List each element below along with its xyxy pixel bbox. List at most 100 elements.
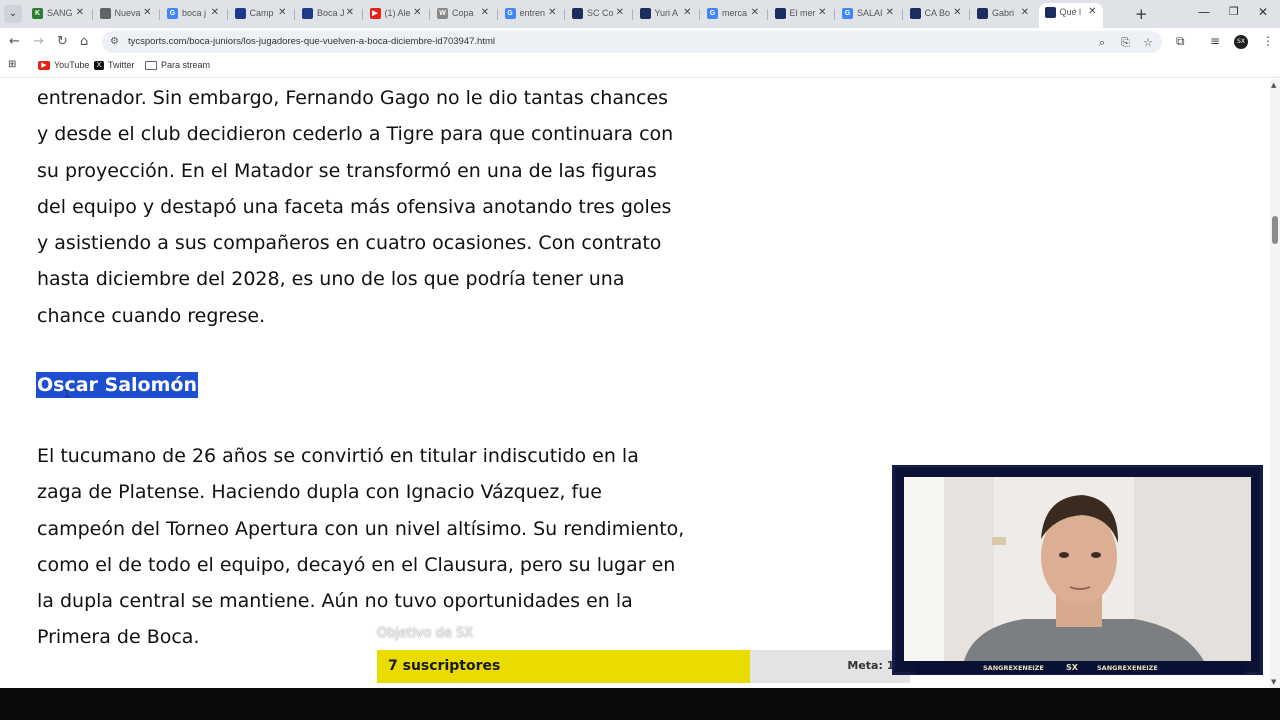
tab-separator — [361, 9, 363, 20]
tab-separator — [496, 9, 498, 20]
text-cursor-icon: ⌶ — [64, 389, 70, 400]
tiktok-handle-text: SANGREXENEIZE — [1097, 664, 1158, 672]
url-text[interactable]: tycsports.com/boca-juniors/los-jugadores… — [128, 36, 495, 47]
tab-separator — [631, 9, 633, 20]
browser-tab[interactable]: Yuri A ✕ — [634, 4, 698, 24]
tab-close-icon[interactable]: ✕ — [1021, 7, 1029, 18]
new-tab-button[interactable]: + — [1135, 5, 1148, 23]
tab-favicon-icon — [977, 8, 988, 19]
tab-close-icon[interactable]: ✕ — [616, 7, 624, 18]
tab-favicon-icon — [639, 8, 651, 19]
tab-close-icon[interactable]: ✕ — [751, 7, 759, 18]
paragraph-line: entrenador. Sin embargo, Fernando Gago n… — [37, 87, 669, 109]
tab-close-icon[interactable]: ✕ — [211, 7, 219, 18]
bookmark-para-stream[interactable]: Para stream — [145, 60, 210, 71]
tab-title: Copa — [452, 8, 474, 18]
tab-close-icon[interactable]: ✕ — [953, 7, 961, 18]
install-icon[interactable]: ⎘ — [1121, 36, 1130, 50]
tab-title: SC Co — [587, 8, 614, 18]
bookmarks-bar: ⊞ ▶ YouTube X Twitter Para stream — [0, 56, 1280, 78]
paragraph-line: campeón del Torneo Apertura con un nivel… — [37, 517, 685, 540]
subscriber-goal-bar: 7 suscriptores Meta: 10 — [377, 650, 910, 683]
tab-close-icon[interactable]: ✕ — [481, 7, 489, 18]
browser-tab[interactable]: Boca J ✕ — [296, 4, 360, 24]
browser-tab[interactable]: K SANG ✕ — [26, 4, 90, 24]
bookmark-star-icon[interactable]: ☆ — [1143, 36, 1153, 49]
tab-separator — [834, 9, 835, 20]
extensions-icon[interactable]: ⧉ — [1176, 34, 1185, 49]
paragraph-line: chance cuando regrese. — [37, 304, 266, 327]
tab-favicon-icon: G — [167, 8, 178, 19]
browser-tab[interactable]: El mer ✕ — [769, 4, 833, 24]
browser-tab[interactable]: SC Co ✕ — [566, 4, 630, 24]
tab-title: entren — [519, 8, 546, 18]
home-icon[interactable]: ⌂ — [80, 34, 88, 49]
apps-icon[interactable]: ⊞ — [8, 59, 16, 70]
browser-tab[interactable]: Gentren ✕ — [499, 4, 563, 24]
browser-tab[interactable]: ▶ (1) Ale ✕ — [364, 4, 428, 24]
goal-current-count: 7 suscriptores — [388, 658, 501, 674]
paragraph-line: y asistiendo a sus compañeros en cuatro … — [37, 232, 662, 255]
minimize-icon[interactable]: — — [1198, 5, 1210, 19]
twitter-handle-text: SANGREXENEIZE — [983, 664, 1044, 672]
bookmark-youtube[interactable]: ▶ YouTube — [38, 60, 89, 71]
page-scrollbar[interactable] — [1270, 79, 1280, 688]
tab-title: Qué l — [1059, 7, 1082, 17]
tab-close-icon[interactable]: ✕ — [413, 7, 421, 18]
tab-favicon-icon: W — [437, 8, 448, 19]
tab-separator — [159, 9, 160, 20]
tab-close-icon[interactable]: ✕ — [346, 7, 354, 18]
profile-avatar[interactable]: SX — [1234, 35, 1248, 49]
tab-close-icon[interactable]: ✕ — [683, 7, 691, 18]
reading-list-icon[interactable]: ≡ — [1210, 34, 1220, 48]
tab-search-button[interactable]: ⌄ — [4, 5, 22, 23]
browser-tab[interactable]: Qué l ✕ — [1038, 3, 1103, 28]
reload-icon[interactable]: ↻ — [57, 34, 68, 49]
goal-title: Objetivo de SX — [377, 626, 474, 641]
browser-tab[interactable]: Gabri ✕ — [971, 4, 1035, 24]
paragraph-line: hasta diciembre del 2028, es uno de los … — [37, 268, 625, 291]
site-info-icon[interactable]: ⚙ — [110, 36, 119, 47]
tab-close-icon[interactable]: ✕ — [1088, 6, 1096, 17]
tab-favicon-icon: G — [842, 8, 853, 19]
browser-tab[interactable]: W Copa ✕ — [431, 4, 495, 24]
paragraph-line: y desde el club decidieron cederlo a Tig… — [37, 123, 674, 146]
tab-close-icon[interactable]: ✕ — [76, 7, 84, 18]
back-icon[interactable]: ← — [9, 34, 20, 49]
webcam-caption: SANGREXENEIZE SX SANGREXENEIZE — [915, 662, 1245, 674]
channel-logo: SX — [1066, 663, 1078, 672]
scroll-down-icon[interactable]: ▼ — [1271, 678, 1276, 686]
tab-favicon-icon: K — [32, 8, 43, 19]
tab-separator — [91, 9, 93, 20]
tab-close-icon[interactable]: ✕ — [278, 7, 286, 18]
restore-icon[interactable]: ❐ — [1229, 5, 1239, 18]
browser-tab[interactable]: Nueva ✕ — [94, 4, 158, 24]
tab-favicon-icon: G — [707, 8, 718, 19]
tab-close-icon[interactable]: ✕ — [548, 7, 556, 18]
folder-icon — [145, 61, 157, 71]
zoom-icon[interactable]: ⌕ — [1099, 36, 1105, 50]
menu-icon[interactable]: ⋮ — [1262, 34, 1274, 48]
browser-tab[interactable]: CA Bo ✕ — [904, 4, 968, 24]
browser-tab[interactable]: Gmerca ✕ — [701, 4, 765, 24]
scroll-up-icon[interactable]: ▲ — [1271, 81, 1276, 89]
section-heading-selected[interactable]: Oscar Salomón — [36, 372, 198, 398]
close-window-icon[interactable]: ✕ — [1258, 5, 1268, 19]
tab-favicon-icon: G — [504, 8, 516, 19]
browser-tab[interactable]: G SALAI ✕ — [836, 4, 900, 24]
browser-toolbar: ← → ↻ ⌂ ⚙ tycsports.com/boca-juniors/los… — [0, 28, 1280, 56]
tab-favicon-icon — [302, 8, 313, 19]
tab-close-icon[interactable]: ✕ — [818, 7, 826, 18]
tab-title: Gabri — [992, 8, 1015, 18]
forward-icon[interactable]: → — [33, 34, 44, 49]
address-bar[interactable]: ⚙ tycsports.com/boca-juniors/los-jugador… — [102, 31, 1162, 53]
tab-strip: ⌄ K SANG ✕ Nueva ✕ Gboca j ✕ Camp ✕ Boca J ✕ ▶ (1) A… — [0, 0, 1280, 28]
browser-tab[interactable]: Camp ✕ — [229, 4, 293, 24]
bookmark-twitter[interactable]: X Twitter — [94, 60, 135, 71]
paragraph-line: su proyección. En el Matador se transfor… — [37, 159, 657, 182]
browser-tab[interactable]: Gboca j ✕ — [161, 4, 225, 24]
tab-close-icon[interactable]: ✕ — [143, 7, 151, 18]
scrollbar-thumb[interactable] — [1272, 216, 1278, 244]
tab-close-icon[interactable]: ✕ — [886, 7, 894, 18]
article-paragraph: El tucumano de 26 años se convirtió en t… — [37, 438, 684, 656]
